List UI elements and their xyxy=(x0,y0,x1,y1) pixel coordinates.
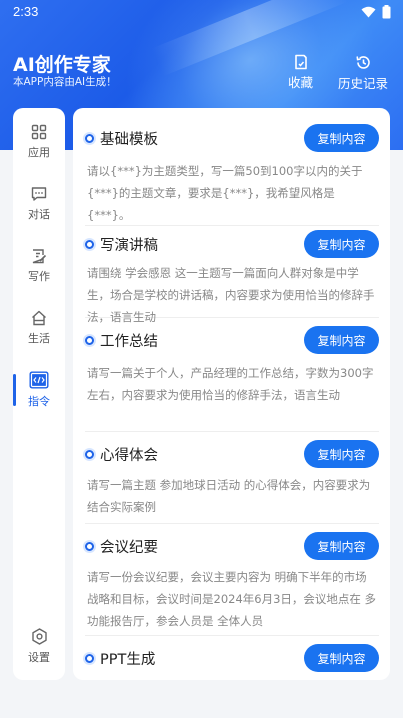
sidebar-item-write[interactable]: 写作 xyxy=(13,242,65,290)
bullet-icon xyxy=(85,542,94,551)
copy-button[interactable]: 复制内容 xyxy=(304,230,379,258)
template-list: 基础模板 复制内容 请以{***}为主题类型，写一篇50到100字以内的关于{*… xyxy=(73,108,390,680)
system-nav-bar xyxy=(0,690,403,718)
sidebar-item-label: 生活 xyxy=(28,332,50,345)
bullet-icon xyxy=(85,654,94,663)
copy-button[interactable]: 复制内容 xyxy=(304,532,379,560)
sidebar-item-label: 指令 xyxy=(28,395,50,408)
favorites-label: 收藏 xyxy=(288,75,314,90)
history-icon xyxy=(355,56,370,69)
status-icons xyxy=(361,5,391,19)
app-title: AI创作专家 xyxy=(13,54,111,76)
template-card[interactable]: PPT生成 复制内容 xyxy=(85,636,379,680)
chat-icon xyxy=(31,187,47,201)
card-description: 请写一篇主题 参加地球日活动 的心得体会，内容要求为 结合实际案例 xyxy=(87,478,371,514)
bullet-icon xyxy=(85,336,94,345)
card-title: 工作总结 xyxy=(100,334,158,350)
history-button[interactable]: 历史记录 xyxy=(338,54,388,92)
card-description: 请写一篇关于个人，产品经理的工作总结，字数为300字左右，内容要求为使用恰当的修… xyxy=(87,366,374,402)
sidebar: 应用 对话 写作 生活 指令 设置 xyxy=(13,108,65,680)
template-card[interactable]: 工作总结 复制内容 请写一篇关于个人，产品经理的工作总结，字数为300字左右，内… xyxy=(85,318,379,432)
card-title: 会议纪要 xyxy=(100,540,158,556)
history-label: 历史记录 xyxy=(338,76,389,91)
sidebar-item-settings[interactable]: 设置 xyxy=(13,622,65,670)
card-title: 写演讲稿 xyxy=(100,238,158,254)
app-subtitle: 本APP内容由AI生成！ xyxy=(13,76,117,88)
template-card[interactable]: 会议纪要 复制内容 请写一份会议纪要，会议主要内容为 明确下半年的市场战略和目标… xyxy=(85,524,379,636)
sidebar-item-label: 应用 xyxy=(28,146,50,159)
copy-button[interactable]: 复制内容 xyxy=(304,440,379,468)
favorites-button[interactable]: 收藏 xyxy=(288,54,313,91)
copy-button[interactable]: 复制内容 xyxy=(304,644,379,672)
sidebar-item-life[interactable]: 生活 xyxy=(13,304,65,352)
template-card[interactable]: 基础模板 复制内容 请以{***}为主题类型，写一篇50到100字以内的关于{*… xyxy=(85,120,379,226)
bookmark-icon xyxy=(294,54,307,70)
card-description: 请以{***}为主题类型，写一篇50到100字以内的关于{***}的主题文章，要… xyxy=(87,164,363,222)
command-icon xyxy=(29,371,49,389)
settings-icon xyxy=(31,627,47,645)
sidebar-item-apps[interactable]: 应用 xyxy=(13,118,65,166)
copy-button[interactable]: 复制内容 xyxy=(304,124,379,152)
bullet-icon xyxy=(85,240,94,249)
home-icon xyxy=(32,310,46,326)
card-title: PPT生成 xyxy=(100,652,156,668)
wifi-icon xyxy=(361,6,376,18)
bullet-icon xyxy=(85,134,94,143)
bullet-icon xyxy=(85,450,94,459)
sidebar-item-command[interactable]: 指令 xyxy=(13,366,65,414)
template-card[interactable]: 写演讲稿 复制内容 请围绕 学会感恩 这一主题写一篇面向人群对象是中学生，场合是… xyxy=(85,226,379,324)
grid-icon xyxy=(31,124,47,140)
write-icon xyxy=(32,249,47,264)
card-title: 基础模板 xyxy=(100,132,158,148)
sidebar-item-chat[interactable]: 对话 xyxy=(13,180,65,228)
status-bar: 2:33 xyxy=(0,0,403,24)
status-time: 2:33 xyxy=(13,4,39,19)
template-card[interactable]: 心得体会 复制内容 请写一篇主题 参加地球日活动 的心得体会，内容要求为 结合实… xyxy=(85,432,379,524)
sidebar-item-label: 写作 xyxy=(28,270,50,283)
card-description: 请写一份会议纪要，会议主要内容为 明确下半年的市场战略和目标，会议时间是2024… xyxy=(87,570,377,628)
sidebar-item-label: 对话 xyxy=(28,208,50,221)
copy-button[interactable]: 复制内容 xyxy=(304,326,379,354)
card-title: 心得体会 xyxy=(100,448,158,464)
sidebar-item-label: 设置 xyxy=(28,650,50,664)
battery-icon xyxy=(382,5,391,19)
